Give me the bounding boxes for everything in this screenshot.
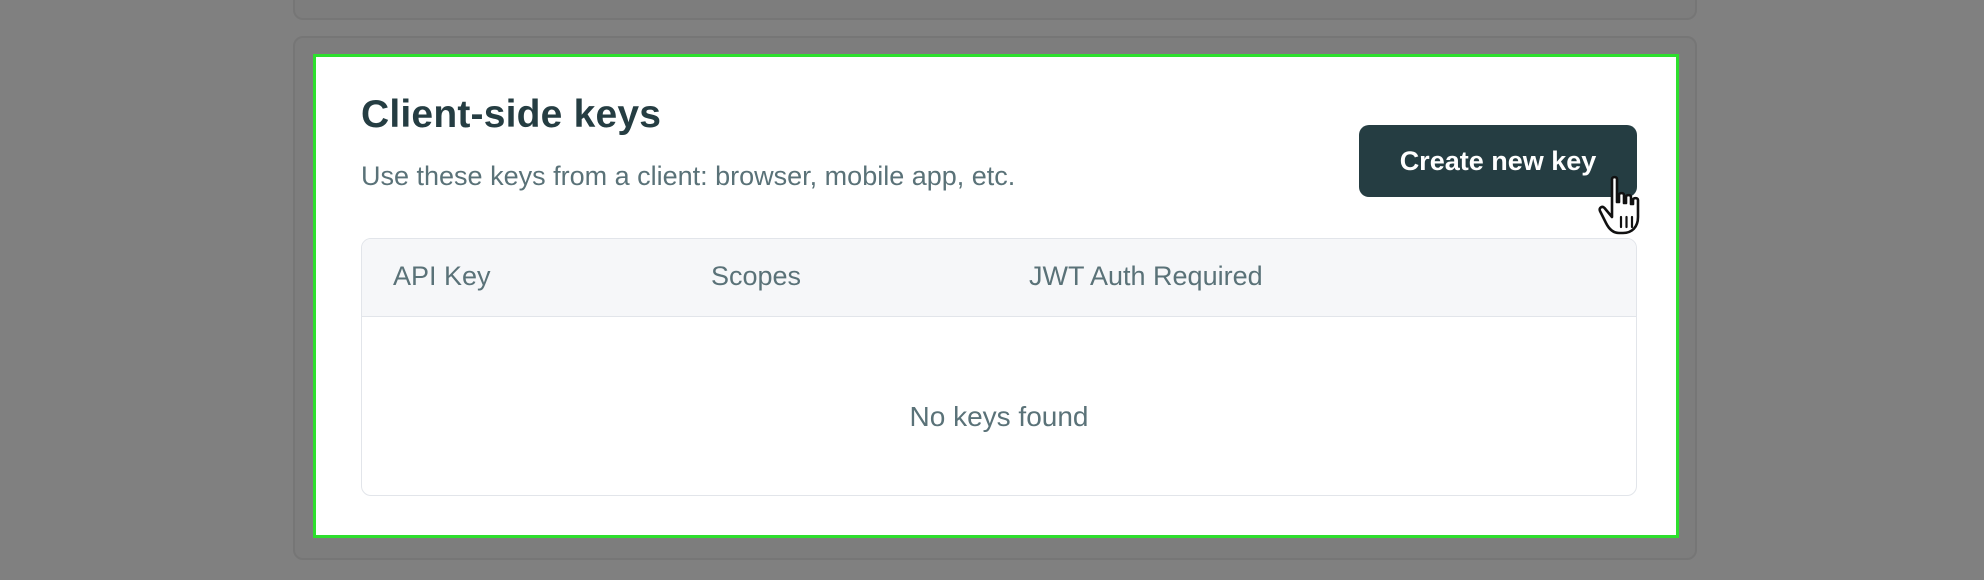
column-header-scopes: Scopes — [711, 261, 802, 291]
create-new-key-button[interactable]: Create new key — [1359, 125, 1637, 197]
table-header-row: API Key Scopes JWT Auth Required — [362, 239, 1636, 317]
section-title: Client-side keys — [361, 93, 662, 136]
column-header-api-key: API Key — [393, 261, 491, 291]
column-header-jwt-auth-required: JWT Auth Required — [1029, 261, 1263, 291]
client-side-keys-panel: Client-side keys Use these keys from a c… — [313, 54, 1679, 538]
section-subtitle: Use these keys from a client: browser, m… — [361, 161, 1016, 191]
empty-state-message: No keys found — [909, 401, 1089, 432]
hand-pointer-icon — [1598, 175, 1640, 235]
background-card-top — [293, 0, 1697, 20]
keys-table: API Key Scopes JWT Auth Required No keys… — [361, 238, 1637, 496]
page: Client-side keys Use these keys from a c… — [0, 0, 1984, 580]
